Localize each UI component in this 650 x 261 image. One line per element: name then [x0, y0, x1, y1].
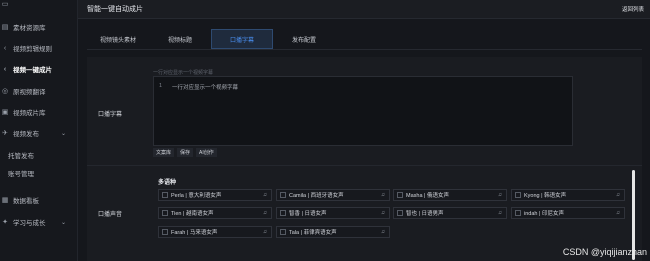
headphones-icon[interactable]: ♫	[263, 210, 267, 216]
sidebar-item-publish[interactable]: ✈ 视频发布 ⌄	[0, 123, 78, 143]
sidebar-item-hosted-publish[interactable]: 托管发布	[0, 145, 78, 165]
chevron-down-icon: ⌄	[60, 130, 66, 137]
sidebar-item-dashboard[interactable]: ▦ 数据看板	[0, 190, 78, 210]
sidebar-item-video-library[interactable]: ▣ 视频成片库	[0, 102, 78, 122]
csdn-watermark: CSDN @yiqijianzhan	[562, 247, 647, 257]
voice-option[interactable]: Farah | 马来语女声 ♫	[158, 226, 272, 238]
library-icon: ▤	[1, 24, 9, 31]
checkbox[interactable]	[280, 192, 286, 198]
checkbox[interactable]	[162, 210, 168, 216]
sidebar-item-translate[interactable]: ◎ 原视频翻译	[0, 81, 78, 101]
tab-bar: 视频镜头素材 视频标题 口播字幕 发布配置	[87, 29, 335, 49]
page-header: 智能一键自动成片 返回列表	[78, 0, 650, 19]
publish-icon: ✈	[2, 130, 8, 137]
back-to-list-link[interactable]: 返回列表	[622, 5, 644, 13]
headphones-icon[interactable]: ♫	[498, 210, 502, 216]
checkbox[interactable]	[162, 229, 168, 235]
checkbox[interactable]	[397, 210, 403, 216]
sidebar-item-accounts[interactable]: 账号管理	[0, 163, 78, 183]
dashboard-icon: ▦	[1, 197, 9, 204]
voice-row-label: 口播声音	[98, 212, 123, 218]
ai-create-button[interactable]: AI创作	[196, 148, 217, 157]
sidebar-item-edit-rules[interactable]: ‹ 视频剪辑规则	[0, 38, 78, 58]
voice-option[interactable]: Kyong | 韩语女声 ♫	[511, 189, 625, 201]
subtitle-text: 一行对应显示一个视频字幕	[172, 85, 239, 91]
translate-icon: ◎	[1, 88, 9, 95]
sidebar-item-learning[interactable]: ✦ 学习与成长 ⌄	[0, 212, 78, 232]
line-number: 1	[159, 83, 163, 89]
chevron-down-icon: ⌄	[60, 219, 66, 226]
voice-option[interactable]: Tala | 菲律宾语女声 ♫	[276, 226, 390, 238]
main-content: 视频镜头素材 视频标题 口播字幕 发布配置 口播字幕 一行对应显示一个视频字幕 …	[78, 19, 650, 261]
copy-library-button[interactable]: 文案库	[153, 148, 175, 157]
sidebar-item-auto-video[interactable]: ‹ 视频一键成片	[0, 59, 78, 79]
voice-option[interactable]: Tien | 越南语女声 ♫	[158, 207, 272, 219]
tab-video-footage[interactable]: 视频镜头素材	[87, 29, 149, 49]
headphones-icon[interactable]: ♫	[263, 229, 267, 235]
subtitle-actions: 文案库 保存 AI创作	[153, 148, 217, 157]
subtitle-panel: 口播字幕 一行对应显示一个视频字幕 1 一行对应显示一个视频字幕 文案库 保存 …	[87, 57, 642, 261]
headphones-icon[interactable]: ♫	[381, 210, 385, 216]
sidebar-item-materials[interactable]: ▤ 素材资源库	[0, 17, 78, 37]
chevron-left-icon: ‹	[3, 65, 7, 73]
chevron-left-icon: ‹	[3, 44, 7, 52]
save-button[interactable]: 保存	[177, 148, 194, 157]
subtitle-editor[interactable]: 1 一行对应显示一个视频字幕	[153, 76, 573, 146]
voice-option[interactable]: Perla | 意大利语女声 ♫	[158, 189, 272, 201]
subtitle-row-label: 口播字幕	[98, 112, 123, 118]
headphones-icon[interactable]: ♫	[263, 192, 267, 198]
tab-publish-config[interactable]: 发布配置	[273, 29, 335, 49]
voice-option[interactable]: 智香 | 日语女声 ♫	[276, 207, 390, 219]
headphones-icon[interactable]: ♫	[381, 229, 385, 235]
voice-option[interactable]: indah | 印尼女声 ♫	[511, 207, 625, 219]
section-divider	[87, 165, 642, 166]
tab-video-title[interactable]: 视频标题	[149, 29, 211, 49]
voice-section-title: 多语种	[158, 180, 177, 186]
tab-underline	[87, 49, 642, 50]
headphones-icon[interactable]: ♫	[498, 192, 502, 198]
sidebar: ▭ ▤ 素材资源库 ‹ 视频剪辑规则 ‹ 视频一键成片 ◎ 原视频翻译 ▣ 视频…	[0, 0, 78, 261]
sidebar-item-top[interactable]: ▭	[0, 0, 78, 14]
voice-option[interactable]: Camila | 西班牙语女声 ♫	[276, 189, 390, 201]
checkbox[interactable]	[515, 192, 521, 198]
checkbox[interactable]	[397, 192, 403, 198]
video-library-icon: ▣	[1, 109, 9, 116]
checkbox[interactable]	[280, 229, 286, 235]
headphones-icon[interactable]: ♫	[616, 210, 620, 216]
folder-icon: ▭	[1, 1, 9, 8]
subtitle-hint: 一行对应显示一个视频字幕	[153, 70, 214, 76]
learn-icon: ✦	[2, 219, 8, 226]
voice-option[interactable]: 智也 | 日语男声 ♫	[393, 207, 507, 219]
checkbox[interactable]	[280, 210, 286, 216]
tab-voiceover-subtitles[interactable]: 口播字幕	[211, 29, 273, 49]
headphones-icon[interactable]: ♫	[381, 192, 385, 198]
page-title: 智能一键自动成片	[87, 6, 143, 13]
voice-option[interactable]: Masha | 俄语女声 ♫	[393, 189, 507, 201]
checkbox[interactable]	[162, 192, 168, 198]
checkbox[interactable]	[515, 210, 521, 216]
headphones-icon[interactable]: ♫	[616, 192, 620, 198]
